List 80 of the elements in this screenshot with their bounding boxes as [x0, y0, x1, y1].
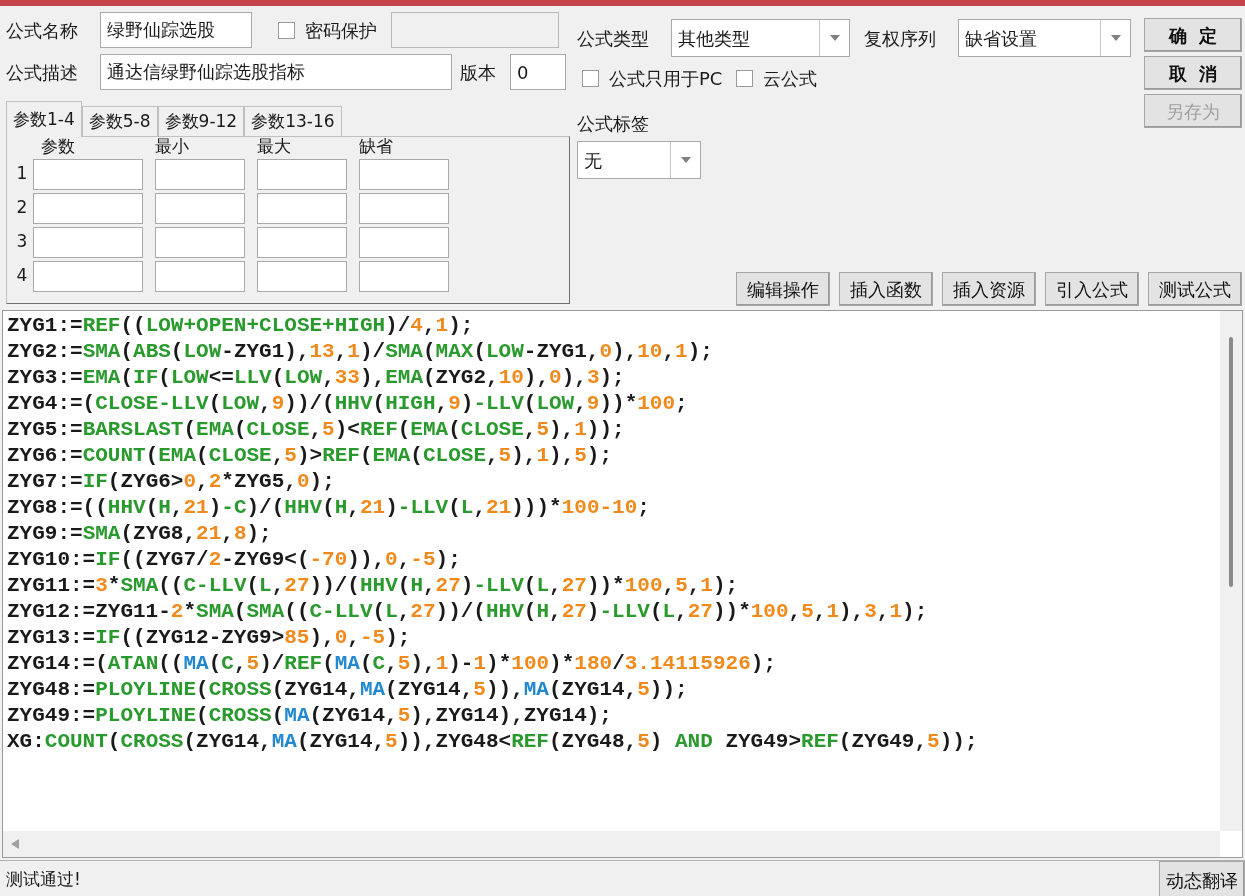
button[interactable]: 插入资源 — [942, 272, 1036, 306]
param-field[interactable] — [359, 226, 449, 258]
scrollbar-thumb[interactable] — [1229, 337, 1233, 587]
param-field[interactable] — [155, 192, 245, 224]
checkbox-label: 云公式 — [763, 66, 818, 91]
button[interactable]: 引入公式 — [1045, 272, 1139, 306]
code-line: ZYG1:=REF((LOW+OPEN+CLOSE+HIGH)/4,1); — [7, 313, 474, 339]
code-line: ZYG10:=IF((ZYG7/2-ZYG9<(-70)),0,-5); — [7, 547, 461, 573]
row-number: 4 — [15, 264, 29, 288]
field-label: 公式描述 — [6, 60, 79, 85]
dropdown-arrow-icon — [1110, 35, 1121, 41]
code-line: ZYG7:=IF(ZYG6>0,2*ZYG5,0); — [7, 469, 335, 495]
param-field[interactable] — [33, 158, 143, 190]
param-field[interactable] — [257, 158, 347, 190]
code-line: ZYG4:=(CLOSE-LLV(LOW,9))/(HHV(HIGH,9)-LLV(LOW,9))*100; — [7, 391, 688, 417]
horizontal-scrollbar[interactable] — [3, 831, 1220, 857]
param-field[interactable] — [359, 192, 449, 224]
column-header: 参数 — [40, 135, 76, 159]
checkbox-label: 公式只用于PC — [609, 66, 723, 91]
param-field[interactable] — [155, 260, 245, 292]
code-line: ZYG14:=(ATAN((MA(C,5)/REF(MA(C,5),1)-1)*100)*180/3.14115926); — [7, 651, 776, 677]
code-line: XG:COUNT(CROSS(ZYG14,MA(ZYG14,5)),ZYG48<REF(ZYG48,5) AND ZYG49>REF(ZYG49,5)); — [7, 729, 978, 755]
param-field[interactable] — [33, 192, 143, 224]
code-line: ZYG13:=IF((ZYG12-ZYG9>85),0,-5); — [7, 625, 411, 651]
param-field[interactable] — [257, 192, 347, 224]
field-label: 公式名称 — [6, 18, 79, 43]
param-field[interactable] — [257, 260, 347, 292]
code-line: ZYG5:=BARSLAST(EMA(CLOSE,5)<REF(EMA(CLOSE,5),1)); — [7, 417, 625, 443]
param-field[interactable] — [33, 260, 143, 292]
code-line: ZYG48:=PLOYLINE(CROSS(ZYG14,MA(ZYG14,5)),MA(ZYG14,5)); — [7, 677, 688, 703]
row-number: 2 — [15, 196, 29, 220]
vertical-scrollbar[interactable] — [1220, 311, 1242, 831]
checkbox[interactable] — [278, 21, 295, 39]
checkbox[interactable] — [736, 69, 754, 87]
tab[interactable]: 参数13-16 — [244, 106, 342, 136]
code-line: ZYG2:=SMA(ABS(LOW-ZYG1),13,1)/SMA(MAX(LOW-ZYG1,0),10,1); — [7, 339, 713, 365]
field-label: 公式类型 — [577, 26, 650, 51]
code-line: ZYG11:=3*SMA((C-LLV(L,27))/(HHV(H,27)-LLV(L,27))*100,5,1); — [7, 573, 739, 599]
param-field[interactable] — [359, 158, 449, 190]
tab[interactable]: 参数9-12 — [157, 106, 245, 136]
row-number: 3 — [15, 230, 29, 254]
scroll-left-icon[interactable] — [11, 839, 19, 849]
param-field[interactable] — [257, 226, 347, 258]
column-header: 最小 — [154, 135, 190, 159]
button[interactable]: 取 消 — [1144, 56, 1242, 90]
checkbox[interactable] — [582, 69, 599, 87]
dropdown-arrow-icon — [829, 35, 840, 41]
checkbox-label: 密码保护 — [305, 18, 377, 43]
code-line: ZYG8:=((HHV(H,21)-C)/(HHV(H,21)-LLV(L,21)))*100-10; — [7, 495, 650, 521]
code-line: ZYG49:=PLOYLINE(CROSS(MA(ZYG14,5),ZYG14),ZYG14); — [7, 703, 612, 729]
version-field[interactable]: 0 — [510, 54, 566, 90]
description-field[interactable]: 通达信绿野仙踪选股指标 — [100, 54, 452, 90]
param-field[interactable] — [33, 226, 143, 258]
code-line: ZYG6:=COUNT(EMA(CLOSE,5)>REF(EMA(CLOSE,5),1),5); — [7, 443, 613, 469]
button[interactable]: 测试公式 — [1148, 272, 1242, 306]
field-label: 复权序列 — [864, 26, 937, 51]
dropdown-arrow-icon — [680, 157, 691, 163]
name-field[interactable]: 绿野仙踪选股 — [100, 12, 252, 48]
code-line: ZYG9:=SMA(ZYG8,21,8); — [7, 521, 272, 547]
column-header: 缺省 — [358, 135, 394, 159]
button[interactable]: 动态翻译 — [1159, 861, 1245, 896]
param-field[interactable] — [155, 226, 245, 258]
tab[interactable]: 参数1-4 — [6, 101, 82, 137]
code-line: ZYG3:=EMA(IF(LOW<=LLV(LOW,33),EMA(ZYG2,10),0),3); — [7, 365, 625, 391]
button[interactable]: 确 定 — [1144, 18, 1242, 52]
status-text: 测试通过! — [5, 868, 82, 892]
row-number: 1 — [15, 162, 29, 186]
param-field[interactable] — [359, 260, 449, 292]
button[interactable]: 插入函数 — [839, 272, 933, 306]
code-editor[interactable] — [2, 310, 1243, 858]
button[interactable]: 编辑操作 — [736, 272, 830, 306]
code-line: ZYG12:=ZYG11-2*SMA(SMA((C-LLV(L,27))/(HHV(H,27)-LLV(L,27))*100,5,1),3,1); — [7, 599, 928, 625]
column-header: 最大 — [256, 135, 292, 159]
dropdown[interactable]: 缺省设置 — [958, 19, 1131, 57]
dropdown[interactable]: 其他类型 — [671, 19, 850, 57]
tab[interactable]: 参数5-8 — [81, 106, 158, 136]
field-label: 版本 — [460, 60, 497, 85]
dropdown[interactable]: 无 — [577, 141, 701, 179]
field-label: 公式标签 — [577, 112, 649, 136]
param-field[interactable] — [155, 158, 245, 190]
